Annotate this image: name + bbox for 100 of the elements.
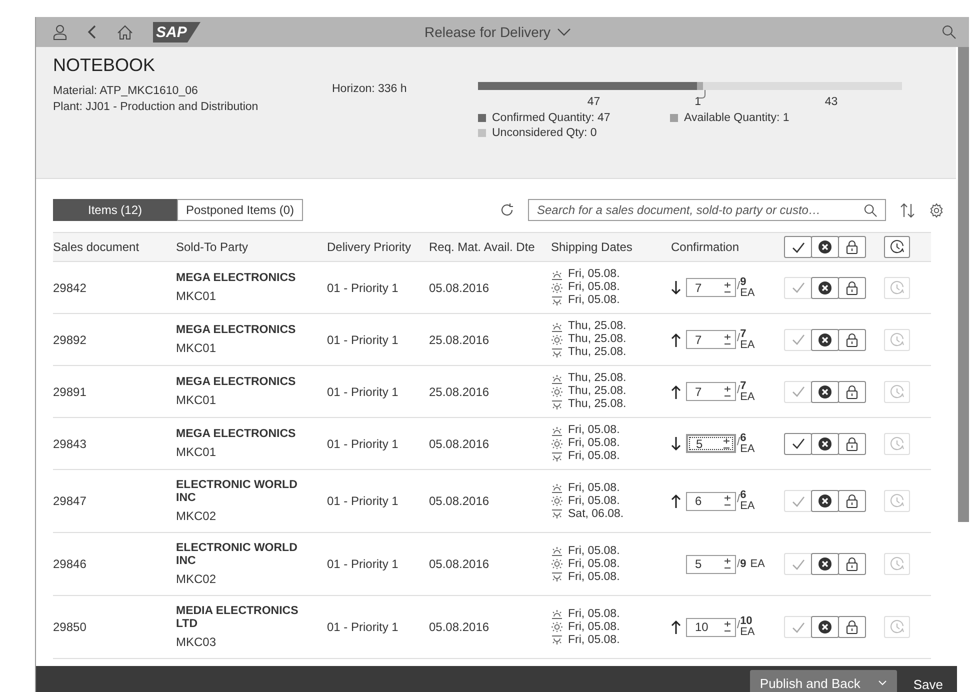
quantity-field[interactable]: 5 [686, 554, 736, 574]
date-text: 05.08.2016 [429, 557, 490, 571]
customer-name: MEGA ELECTRONICS [176, 324, 297, 337]
arrow-down-icon [671, 436, 681, 450]
x-circle-icon [818, 384, 832, 398]
customer-code: MKC01 [176, 341, 218, 355]
search-icon[interactable] [864, 204, 877, 216]
sunset-icon [551, 452, 563, 462]
lock-all-button[interactable] [838, 236, 866, 258]
search-field[interactable]: Search for a sales document, sold-to party or custo… [528, 199, 886, 221]
lock-icon [846, 557, 858, 571]
scrollbar[interactable] [958, 47, 969, 522]
priority-text: 01 - Priority 1 [327, 332, 400, 346]
sunset-icon [551, 348, 563, 358]
date-text: 05.08.2016 [429, 620, 490, 634]
check-icon [792, 334, 804, 345]
sunset-icon [551, 296, 563, 306]
object-title: NOTEBOOK [53, 55, 156, 76]
reject-button[interactable] [811, 328, 839, 350]
unit-text: EA [740, 627, 755, 638]
horizon-text: Horizon: 336 h [332, 83, 408, 97]
slash-text: / [737, 280, 740, 292]
slash-text: / [737, 494, 740, 505]
unit-text: EA [740, 288, 755, 298]
reject-button[interactable] [811, 432, 839, 454]
sun-icon [551, 622, 563, 632]
shipping-date: Fri, 05.08. [568, 281, 620, 294]
user-icon[interactable] [53, 24, 67, 40]
back-icon[interactable] [87, 24, 97, 40]
sun-icon [551, 282, 563, 292]
clock-icon [890, 280, 904, 294]
document-number: 29843 [53, 436, 88, 450]
chevron-down-icon[interactable] [556, 28, 571, 36]
reject-button[interactable] [811, 553, 839, 575]
app-title[interactable]: Release for Delivery [424, 24, 551, 40]
reject-all-button[interactable] [811, 236, 839, 258]
refresh-icon[interactable] [500, 203, 514, 217]
legend-label: Unconsidered Qty: 0 [492, 127, 597, 139]
x-circle-icon [818, 240, 832, 254]
x-circle-icon [818, 494, 832, 508]
customer-code: MKC01 [176, 445, 218, 459]
accept-button[interactable] [784, 432, 812, 454]
quantity-field[interactable]: 6 [686, 492, 736, 510]
shipping-date: Thu, 25.08. [568, 333, 626, 346]
publish-and-back-button[interactable]: Publish and Back [750, 670, 898, 692]
column-header: Sold-To Party [176, 240, 250, 254]
sun-icon [551, 496, 563, 506]
slash-text: / [737, 620, 740, 631]
column-header: Sales document [53, 240, 140, 254]
search-icon[interactable] [942, 25, 956, 39]
quantity-field[interactable]: 7 [686, 382, 736, 401]
lock-button[interactable] [838, 490, 866, 512]
quantity-field[interactable]: 7 [686, 278, 736, 297]
home-icon[interactable] [117, 24, 133, 40]
unit-text: EA [750, 558, 765, 570]
lock-button[interactable] [838, 616, 866, 638]
sun-icon [551, 334, 563, 344]
settings-icon[interactable] [929, 202, 944, 218]
lock-button[interactable] [838, 328, 866, 350]
total-quantity: 7 [740, 380, 748, 392]
arrow-down-icon [671, 280, 681, 294]
quantity-field[interactable]: 10 [686, 618, 736, 636]
lock-button[interactable] [838, 432, 866, 454]
column-header: Delivery Priority [327, 240, 412, 254]
confirmed-value: 47 [587, 96, 600, 108]
date-text: 05.08.2016 [429, 280, 490, 294]
check-icon [792, 438, 804, 449]
document-number: 29891 [53, 384, 88, 398]
x-circle-icon [818, 332, 832, 346]
logo[interactable]: SAP [153, 22, 201, 42]
lock-icon [846, 280, 858, 294]
priority-text: 01 - Priority 1 [327, 280, 400, 294]
date-text: 05.08.2016 [429, 494, 490, 508]
segment-tab[interactable]: Items (12) [53, 199, 177, 221]
reject-button[interactable] [811, 490, 839, 512]
reject-button[interactable] [811, 380, 839, 402]
quantity-field[interactable]: 7 [686, 330, 736, 349]
postpone-all-button[interactable] [884, 236, 910, 258]
arrow-up-icon [671, 494, 681, 508]
shipping-date: Sat, 06.08. [568, 508, 624, 520]
lock-button[interactable] [838, 276, 866, 298]
segment-tab[interactable]: Postponed Items (0) [177, 199, 304, 221]
clock-icon [890, 436, 904, 450]
document-number: 29846 [53, 557, 88, 571]
sunset-icon [551, 635, 563, 645]
clock-icon [890, 557, 904, 571]
arrow-up-icon [671, 620, 681, 634]
reject-button[interactable] [811, 276, 839, 298]
lock-button[interactable] [838, 553, 866, 575]
sort-icon[interactable] [900, 202, 915, 218]
remaining-value: 43 [824, 96, 838, 108]
save-button[interactable]: Save [909, 672, 947, 692]
quantity-field[interactable]: 5 [686, 434, 736, 453]
arrow-up-icon [671, 332, 681, 346]
sunrise-icon [551, 270, 563, 280]
reject-button[interactable] [811, 616, 839, 638]
sunrise-icon [551, 374, 563, 384]
lock-button[interactable] [838, 380, 866, 402]
accept-all-button[interactable] [784, 236, 812, 258]
sunrise-icon [551, 322, 563, 332]
